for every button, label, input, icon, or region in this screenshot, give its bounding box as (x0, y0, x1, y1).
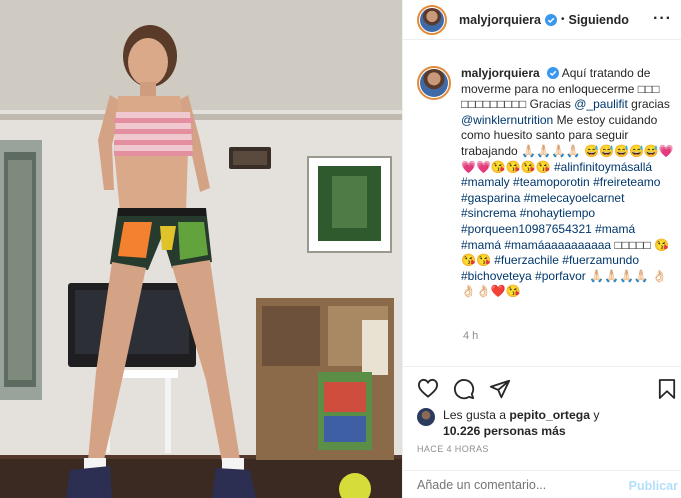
action-bar (403, 366, 681, 406)
author-username[interactable]: malyjorquiera (459, 13, 541, 27)
caption-text: malyjorquiera Aquí tratando de moverme p… (461, 66, 677, 300)
caption-username[interactable]: malyjorquiera (461, 66, 540, 80)
paper-plane-icon[interactable] (489, 378, 511, 400)
verified-badge-icon (547, 67, 560, 79)
publish-button[interactable]: Publicar (629, 479, 678, 493)
post-timestamp[interactable]: HACE 4 HORAS (417, 444, 489, 454)
liker-username[interactable]: pepito_ortega (509, 408, 590, 422)
likes-text: Les gusta a pepito_ortega y 10.226 perso… (443, 407, 599, 439)
instagram-post: malyjorquiera • Siguiendo ··· malyjorqui… (0, 0, 681, 498)
caption-gracias-2: gracias (631, 97, 670, 112)
mention-paulifit[interactable]: @_paulifit (574, 97, 628, 111)
mention-winklernutrition[interactable]: @winklernutrition (461, 113, 553, 127)
caption-time[interactable]: 4 h (463, 330, 478, 342)
verified-badge-icon (544, 13, 557, 26)
comment-input[interactable] (417, 477, 617, 492)
caption-author-avatar[interactable] (417, 66, 451, 100)
caption-block: malyjorquiera Aquí tratando de moverme p… (417, 66, 679, 300)
more-options-icon[interactable]: ··· (653, 10, 672, 28)
post-header: malyjorquiera • Siguiendo ··· (403, 0, 681, 40)
heart-icon[interactable] (417, 378, 439, 398)
post-photo[interactable] (0, 0, 402, 498)
comment-bar: Publicar (403, 470, 681, 498)
post-side-panel: malyjorquiera • Siguiendo ··· malyjorqui… (402, 0, 681, 498)
workout-photo-illustration (0, 0, 402, 498)
bookmark-icon[interactable] (658, 378, 676, 400)
following-button[interactable]: Siguiendo (569, 13, 629, 27)
likes-count[interactable]: 10.226 personas más (443, 424, 566, 438)
header-separator: • (560, 14, 565, 25)
comment-bubble-icon[interactable] (453, 378, 475, 400)
caption-gracias-1: Gracias (529, 97, 571, 112)
likes-summary: Les gusta a pepito_ortega y 10.226 perso… (417, 407, 599, 439)
likes-joiner: y (593, 408, 600, 422)
caption-boxes-2: □□□□□ (614, 237, 651, 252)
likes-prefix: Les gusta a (443, 408, 507, 422)
liker-avatar[interactable] (417, 408, 435, 426)
author-avatar[interactable] (417, 4, 447, 35)
